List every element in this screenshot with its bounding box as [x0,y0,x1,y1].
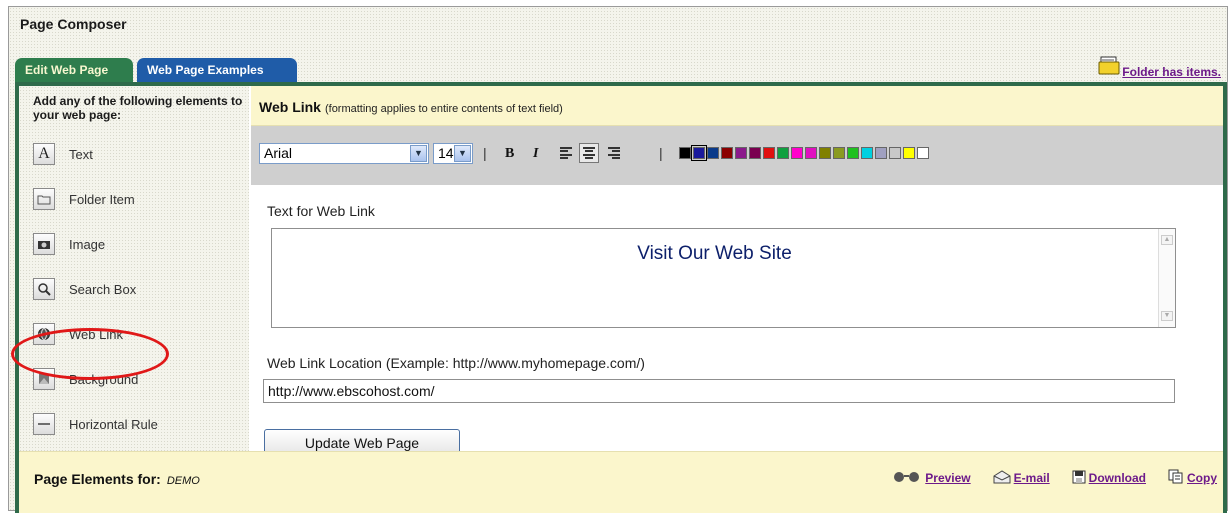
scroll-down-icon[interactable]: ▼ [1161,311,1173,321]
sidebar-item-image[interactable]: Image [33,232,105,256]
sidebar-item-label: Search Box [69,281,137,297]
copy-icon [1168,469,1184,487]
folder-has-items-link[interactable]: Folder has items. [1122,65,1221,79]
color-swatch[interactable] [833,147,845,159]
sidebar-item-folder-item[interactable]: Folder Item [33,187,135,211]
font-size-select[interactable]: 14 ▼ [433,143,473,164]
color-swatch[interactable] [903,147,915,159]
color-swatch[interactable] [763,147,775,159]
page-elements-bar: Page Elements for: DEMO Preview E-mail Do… [19,451,1223,513]
font-family-select[interactable]: Arial ▼ [259,143,429,164]
page-elements-owner: DEMO [166,475,200,487]
color-swatch[interactable] [707,147,719,159]
highlight-annotation-circle [11,328,169,380]
color-swatch[interactable] [917,147,929,159]
page-actions: Preview E-mail Download Copy [870,469,1217,487]
web-link-editor: Web Link (formatting applies to entire co… [251,86,1223,457]
preview-action[interactable]: Preview [892,471,971,486]
color-swatch[interactable] [691,145,707,161]
web-link-text-field[interactable]: Visit Our Web Site ▲ ▼ [271,228,1176,328]
color-swatch[interactable] [749,147,761,159]
copy-link[interactable]: Copy [1187,471,1217,485]
tab-web-page-examples[interactable]: Web Page Examples [137,58,297,82]
color-swatch[interactable] [735,147,747,159]
color-swatch[interactable] [875,147,887,159]
email-link[interactable]: E-mail [1014,471,1050,485]
editor-title: Web Link (formatting applies to entire co… [259,99,563,115]
editor-panel: Add any of the following elements to you… [11,82,1227,513]
color-swatch[interactable] [819,147,831,159]
editor-title-text: Web Link [259,99,321,115]
glasses-icon [892,471,922,486]
toolbar-separator: | [483,145,487,161]
magnifier-icon [33,278,55,300]
preview-link[interactable]: Preview [925,471,970,485]
toolbar-separator: | [659,145,663,161]
editor-header: Web Link (formatting applies to entire co… [251,86,1223,126]
element-sidebar: Add any of the following elements to you… [11,86,249,451]
sidebar-item-search-box[interactable]: Search Box [33,277,136,301]
bold-button[interactable]: B [505,146,514,162]
textarea-scrollbar[interactable]: ▲ ▼ [1158,229,1175,327]
camera-icon [33,233,55,255]
download-link[interactable]: Download [1089,471,1146,485]
email-action[interactable]: E-mail [993,469,1050,487]
align-center-button[interactable] [579,143,599,163]
letter-a-icon: A [33,143,55,165]
app-title: Page Composer [20,16,127,32]
folder-stack-icon [1098,56,1122,79]
color-swatch[interactable] [721,147,733,159]
text-for-web-link-label: Text for Web Link [267,203,375,219]
tab-edit-web-page[interactable]: Edit Web Page [15,58,133,82]
chevron-down-icon: ▼ [410,145,427,162]
color-swatch[interactable] [805,147,817,159]
horizontal-rule-icon [33,413,55,435]
editor-title-note: (formatting applies to entire contents o… [324,103,563,115]
font-size-value: 14 [438,145,454,161]
copy-action[interactable]: Copy [1168,469,1217,487]
sidebar-item-label: Folder Item [69,191,135,207]
align-right-button[interactable] [605,145,621,161]
color-swatch[interactable] [889,147,901,159]
web-link-text-value: Visit Our Web Site [637,243,792,264]
sidebar-item-label: Horizontal Rule [69,416,158,432]
font-family-value: Arial [264,145,293,161]
color-swatch[interactable] [791,147,803,159]
download-action[interactable]: Download [1072,470,1146,487]
sidebar-item-horizontal-rule[interactable]: Horizontal Rule [33,412,158,436]
sidebar-item-text[interactable]: A Text [33,142,93,166]
web-link-location-label: Web Link Location (Example: http://www.m… [267,355,645,371]
page-elements-title: Page Elements for: DEMO [34,471,200,487]
envelope-icon [993,469,1011,487]
sidebar-title: Add any of the following elements to you… [33,94,243,122]
web-link-location-input[interactable]: http://www.ebscohost.com/ [263,379,1175,403]
chevron-down-icon: ▼ [454,145,471,162]
align-left-button[interactable] [559,145,575,161]
folder-notice[interactable]: Folder has items. [1098,56,1221,79]
color-swatch[interactable] [847,147,859,159]
italic-button[interactable]: I [533,146,538,162]
scroll-up-icon[interactable]: ▲ [1161,235,1173,245]
color-swatch[interactable] [679,147,691,159]
folder-icon [33,188,55,210]
color-swatch[interactable] [777,147,789,159]
formatting-toolbar: Arial ▼ 14 ▼ | B I | [251,126,1223,185]
page-elements-title-text: Page Elements for: [34,471,161,487]
sidebar-item-label: Image [69,236,106,252]
sidebar-item-label: Text [69,146,93,162]
color-swatch-palette [679,145,931,161]
color-swatch[interactable] [861,147,873,159]
floppy-disk-icon [1072,470,1086,487]
